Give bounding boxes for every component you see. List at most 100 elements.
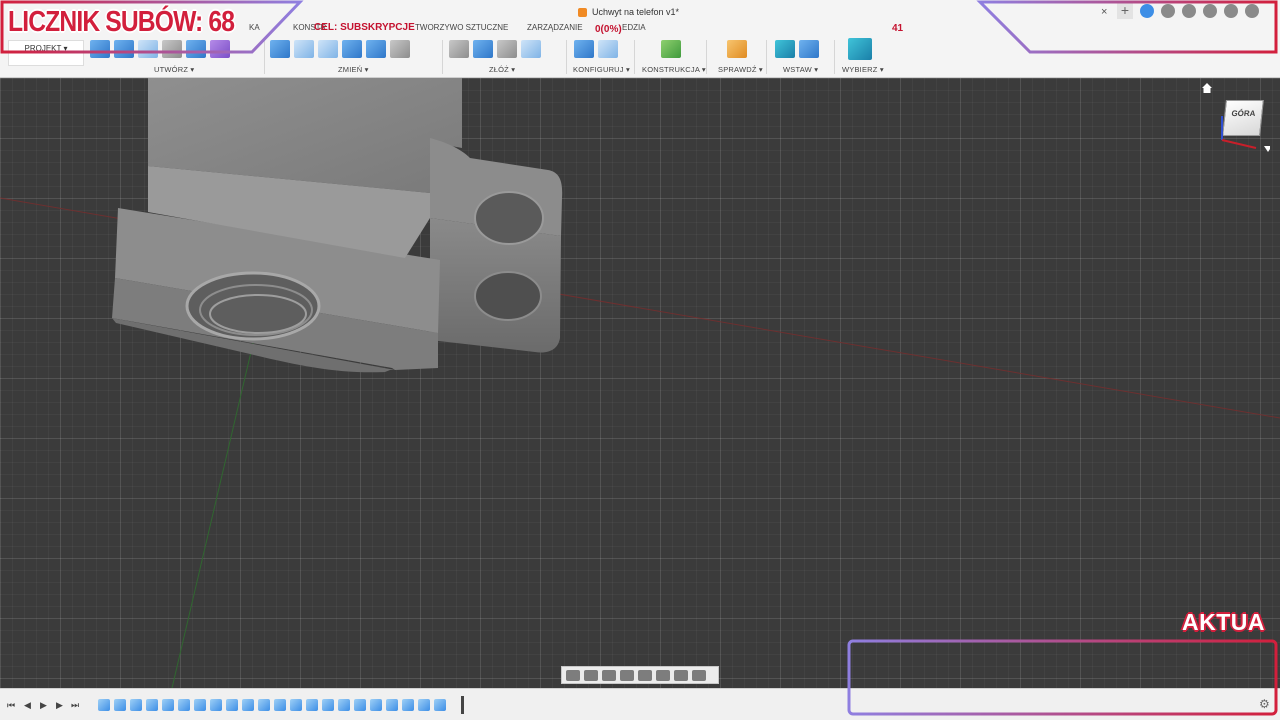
- construct-menu[interactable]: KONSTRUKCJA ▾: [642, 65, 706, 74]
- timeline-feature[interactable]: [290, 699, 302, 711]
- timeline-feature[interactable]: [370, 699, 382, 711]
- create-menu[interactable]: UTWÓRZ ▾: [154, 65, 194, 74]
- insert-canvas-icon[interactable]: [799, 40, 819, 58]
- timeline-feature[interactable]: [98, 699, 110, 711]
- timeline-feature[interactable]: [386, 699, 398, 711]
- split-body-icon[interactable]: [366, 40, 386, 58]
- pin-hole-upper[interactable]: [474, 191, 544, 245]
- press-pull-icon[interactable]: [270, 40, 290, 58]
- fillet-icon[interactable]: [294, 40, 314, 58]
- shell-icon[interactable]: [318, 40, 338, 58]
- insert-derive-icon[interactable]: [775, 40, 795, 58]
- joint-origin-icon[interactable]: [521, 40, 541, 58]
- configure-menu[interactable]: KONFIGURUJ ▾: [573, 65, 630, 74]
- timeline-feature[interactable]: [226, 699, 238, 711]
- help-icon[interactable]: [1224, 4, 1238, 18]
- timeline-feature[interactable]: [194, 699, 206, 711]
- history-icon[interactable]: [1182, 4, 1196, 18]
- viewcube[interactable]: GÓRA: [1210, 96, 1270, 156]
- threaded-hole[interactable]: [185, 271, 321, 341]
- assemble-group: ZŁÓŻ ▾: [449, 38, 563, 76]
- offset-plane-icon[interactable]: [661, 40, 681, 58]
- divider: [566, 40, 567, 74]
- combine-icon[interactable]: [342, 40, 362, 58]
- job-status-icon[interactable]: [1140, 4, 1154, 18]
- timeline-play-button[interactable]: ▶: [40, 700, 47, 711]
- home-icon[interactable]: [1201, 82, 1213, 94]
- timeline-marker[interactable]: [461, 696, 464, 714]
- timeline-feature[interactable]: [274, 699, 286, 711]
- assemble-menu[interactable]: ZŁÓŻ ▾: [489, 65, 515, 74]
- timeline-first-button[interactable]: ⏮: [7, 700, 15, 711]
- fit-icon[interactable]: [638, 669, 652, 681]
- create-form-icon[interactable]: [210, 40, 230, 58]
- timeline-feature[interactable]: [322, 699, 334, 711]
- select-icon[interactable]: [848, 38, 872, 60]
- document-tab[interactable]: Uchwyt na telefon v1*: [578, 4, 679, 20]
- new-component-icon[interactable]: [90, 40, 110, 58]
- tab-tworzywo[interactable]: TWORZYWO SZTUCZNE: [415, 23, 508, 32]
- sub-counter-label: LICZNIK SUBÓW: 68: [8, 6, 235, 38]
- create-group: UTWÓRZ ▾: [90, 38, 260, 76]
- inspect-group: SPRAWDŹ ▾: [717, 38, 763, 76]
- timeline-feature[interactable]: [130, 699, 142, 711]
- timeline-feature[interactable]: [306, 699, 318, 711]
- orbit-icon[interactable]: [566, 669, 580, 681]
- timeline-feature[interactable]: [210, 699, 222, 711]
- timeline-feature[interactable]: [434, 699, 446, 711]
- timeline-feature[interactable]: [242, 699, 254, 711]
- timeline-feature[interactable]: [338, 699, 350, 711]
- document-title: Uchwyt na telefon v1*: [592, 7, 680, 17]
- pattern-icon[interactable]: [186, 40, 206, 58]
- measure-icon[interactable]: [727, 40, 747, 58]
- timeline-feature[interactable]: [402, 699, 414, 711]
- hole-icon[interactable]: [162, 40, 182, 58]
- timeline-last-button[interactable]: ⏭: [71, 700, 79, 711]
- tab-ka[interactable]: KA: [249, 23, 260, 32]
- subscription-goal-percent: 0(0%): [595, 24, 622, 35]
- insert-menu[interactable]: WSTAW ▾: [783, 65, 818, 74]
- timeline-feature[interactable]: [178, 699, 190, 711]
- joint-icon[interactable]: [449, 40, 469, 58]
- revolve-icon[interactable]: [138, 40, 158, 58]
- timeline-feature[interactable]: [162, 699, 174, 711]
- timeline-feature[interactable]: [146, 699, 158, 711]
- config-table-icon[interactable]: [598, 40, 618, 58]
- timeline-bar: ⏮ ◀ ▶ ▶ ⏭: [0, 688, 1280, 720]
- timeline-feature[interactable]: [258, 699, 270, 711]
- timeline-prev-button[interactable]: ◀: [24, 700, 31, 711]
- extrude-icon[interactable]: [114, 40, 134, 58]
- divider: [264, 40, 265, 74]
- timeline-feature[interactable]: [418, 699, 430, 711]
- viewports-icon[interactable]: [692, 669, 706, 681]
- divider: [766, 40, 767, 74]
- timeline-feature[interactable]: [354, 699, 366, 711]
- timeline-next-button[interactable]: ▶: [56, 700, 63, 711]
- as-built-joint-icon[interactable]: [473, 40, 493, 58]
- look-at-icon[interactable]: [584, 669, 598, 681]
- account-avatar[interactable]: [1245, 4, 1259, 18]
- pan-icon[interactable]: [602, 669, 616, 681]
- project-button[interactable]: PROJEKT ▾: [8, 40, 84, 66]
- tab-narzedzia[interactable]: EDZIA: [622, 23, 646, 32]
- pin-hole-lower[interactable]: [474, 271, 542, 321]
- canvas-viewport[interactable]: [0, 78, 1280, 688]
- viewcube-menu-icon[interactable]: [1264, 146, 1270, 152]
- tab-zarzadzanie[interactable]: ZARZĄDZANIE: [527, 23, 583, 32]
- notifications-icon[interactable]: [1203, 4, 1217, 18]
- display-settings-icon[interactable]: [656, 669, 670, 681]
- title-bar-icons: [1140, 4, 1259, 18]
- move-icon[interactable]: [390, 40, 410, 58]
- timeline-settings-icon[interactable]: ⚙: [1259, 697, 1270, 711]
- configure-icon[interactable]: [574, 40, 594, 58]
- timeline-feature[interactable]: [114, 699, 126, 711]
- inspect-menu[interactable]: SPRAWDŹ ▾: [718, 65, 763, 74]
- grid-settings-icon[interactable]: [674, 669, 688, 681]
- zoom-icon[interactable]: [620, 669, 634, 681]
- new-tab-button[interactable]: +: [1117, 3, 1133, 19]
- select-menu[interactable]: WYBIERZ ▾: [842, 65, 884, 74]
- modify-menu[interactable]: ZMIEŃ ▾: [338, 65, 369, 74]
- extensions-icon[interactable]: [1161, 4, 1175, 18]
- rigid-group-icon[interactable]: [497, 40, 517, 58]
- close-tab-button[interactable]: ×: [1101, 6, 1107, 18]
